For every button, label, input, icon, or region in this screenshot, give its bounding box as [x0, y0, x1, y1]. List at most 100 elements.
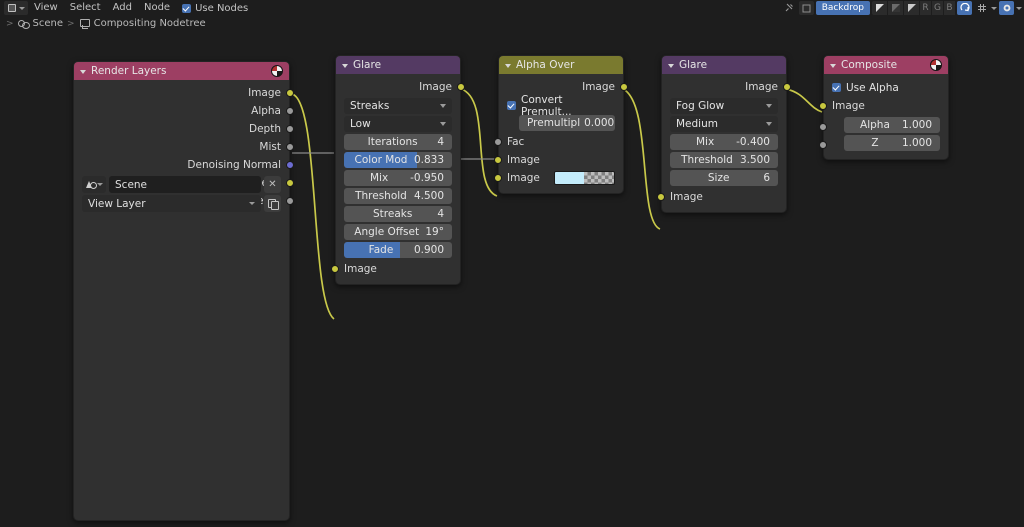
breadcrumb-scene[interactable]: Scene	[33, 18, 64, 29]
socket-row-image-out[interactable]: Image	[662, 78, 791, 96]
duplicate-icon[interactable]	[264, 195, 281, 212]
output-socket-alpha[interactable]	[286, 107, 294, 115]
glare-quality-dropdown[interactable]: Low	[344, 116, 452, 132]
input-socket-z[interactable]	[819, 141, 827, 149]
socket-row-image[interactable]: Image	[819, 97, 948, 115]
input-socket-alpha[interactable]	[819, 123, 827, 131]
view-layer-dropdown[interactable]: View Layer	[82, 195, 261, 212]
input-socket-image[interactable]	[331, 265, 339, 273]
proportional-dropdown-icon[interactable]	[1016, 6, 1022, 10]
mix-field[interactable]: Mix -0.950	[344, 170, 452, 186]
editor-type-selector[interactable]	[4, 1, 28, 15]
backdrop-toggle[interactable]: Backdrop	[815, 1, 870, 15]
input-socket-image-2[interactable]	[494, 174, 502, 182]
snap-target-icon[interactable]	[974, 1, 989, 15]
channel-b[interactable]: B	[944, 1, 955, 15]
node-canvas[interactable]: Render Layers Image Alpha Depth Mist Den…	[0, 31, 1024, 527]
glare-quality-dropdown[interactable]: Medium	[670, 116, 778, 132]
output-socket-depth[interactable]	[286, 125, 294, 133]
node-header-alpha-over[interactable]: Alpha Over	[499, 56, 623, 74]
glare-type-dropdown[interactable]: Streaks	[344, 98, 452, 114]
x-icon[interactable]: ✕	[264, 176, 281, 193]
fade-slider[interactable]: Fade 0.900	[344, 242, 452, 258]
socket-row-image-2[interactable]: Image	[494, 169, 623, 187]
premultiply-field[interactable]: Premultipl 0.000	[519, 115, 615, 131]
input-socket-image-1[interactable]	[494, 156, 502, 164]
output-socket-mist[interactable]	[286, 143, 294, 151]
threshold-field[interactable]: Threshold 3.500	[670, 152, 778, 168]
node-select-icon[interactable]	[798, 1, 814, 15]
output-socket-denoising-normal[interactable]	[286, 161, 294, 169]
socket-row-image-out[interactable]: Image	[336, 78, 465, 96]
socket-label: Image	[582, 81, 615, 93]
alpha-field[interactable]: Alpha 1.000	[844, 117, 940, 133]
angle-offset-field[interactable]: Angle Offset 19°	[344, 224, 452, 240]
menu-add[interactable]: Add	[107, 0, 138, 16]
size-field[interactable]: Size 6	[670, 170, 778, 186]
iterations-field[interactable]: Iterations 4	[344, 134, 452, 150]
channel-r[interactable]: R	[920, 1, 931, 15]
socket-label: Depth	[249, 123, 281, 135]
input-socket-image[interactable]	[657, 193, 665, 201]
node-header-render-layers[interactable]: Render Layers	[74, 62, 289, 80]
use-nodes-toggle[interactable]: Use Nodes	[182, 3, 248, 14]
view-layer-label: View Layer	[88, 197, 146, 210]
threshold-field[interactable]: Threshold 4.500	[344, 188, 452, 204]
socket-row-alpha[interactable]: Alpha	[74, 102, 294, 120]
menu-view[interactable]: View	[28, 0, 64, 16]
chevron-down-icon[interactable]	[80, 69, 86, 74]
mix-field[interactable]: Mix -0.400	[670, 134, 778, 150]
socket-row-denoising-normal[interactable]: Denoising Normal	[74, 156, 294, 174]
node-header-glare-1[interactable]: Glare	[336, 56, 460, 74]
glare-type-dropdown[interactable]: Fog Glow	[670, 98, 778, 114]
snap-icon[interactable]	[957, 1, 972, 15]
combined-channel-icon[interactable]	[904, 1, 919, 15]
input-socket-fac[interactable]	[494, 138, 502, 146]
node-preview-icon[interactable]	[930, 59, 942, 71]
breadcrumb-nodetree[interactable]: Compositing Nodetree	[94, 18, 206, 29]
node-preview-icon[interactable]	[271, 65, 283, 77]
snap-dropdown-icon[interactable]	[991, 6, 997, 10]
output-socket-image[interactable]	[783, 83, 791, 91]
socket-row-fac[interactable]: Fac	[494, 133, 623, 151]
menu-node[interactable]: Node	[138, 0, 176, 16]
input-socket-image[interactable]	[819, 102, 827, 110]
socket-row-depth[interactable]: Depth	[74, 120, 294, 138]
image-color-swatch[interactable]	[553, 171, 615, 185]
color-channel-icon[interactable]	[872, 1, 887, 15]
chevron-down-icon[interactable]	[830, 63, 836, 68]
convert-premultiply-toggle[interactable]: Convert Premult...	[507, 94, 615, 118]
link-alphaover-to-glare2	[622, 88, 661, 230]
socket-row-image-1[interactable]: Image	[494, 151, 623, 169]
socket-row-mist[interactable]: Mist	[74, 138, 294, 156]
socket-row-image-in[interactable]: Image	[657, 188, 786, 206]
output-socket-image[interactable]	[457, 83, 465, 91]
chevron-down-icon[interactable]	[668, 63, 674, 68]
node-render-layers[interactable]: Render Layers Image Alpha Depth Mist Den…	[73, 61, 294, 521]
chevron-down-icon[interactable]	[342, 63, 348, 68]
pin-icon[interactable]	[782, 1, 797, 15]
channel-g[interactable]: G	[932, 1, 943, 15]
alpha-channel-icon[interactable]	[888, 1, 903, 15]
socket-row-image[interactable]: Image	[74, 84, 294, 102]
color-mod-slider[interactable]: Color Mod 0.833	[344, 152, 452, 168]
menu-select[interactable]: Select	[64, 0, 107, 16]
node-header-glare-2[interactable]: Glare	[662, 56, 786, 74]
prop-value: 0.833	[413, 154, 444, 166]
proportional-edit-icon[interactable]	[999, 1, 1014, 15]
node-header-composite[interactable]: Composite	[824, 56, 948, 74]
streaks-field[interactable]: Streaks 4	[344, 206, 452, 222]
output-socket-image[interactable]	[286, 89, 294, 97]
node-glare-1[interactable]: Glare Image Streaks Low Iterations 4 Col…	[331, 55, 465, 285]
node-alpha-over[interactable]: Alpha Over Image Convert Premult... Prem…	[494, 55, 628, 194]
chevron-down-icon[interactable]	[505, 63, 511, 68]
output-socket-image[interactable]	[620, 83, 628, 91]
node-composite[interactable]: Composite Use Alpha Image Alpha 1.000 Z …	[819, 55, 949, 160]
node-glare-2[interactable]: Glare Image Fog Glow Medium Mix -0.400 T…	[657, 55, 791, 213]
scene-browse-icon[interactable]	[82, 176, 106, 193]
use-alpha-toggle[interactable]: Use Alpha	[832, 80, 940, 95]
scene-name-field[interactable]: Scene	[109, 176, 261, 193]
socket-row-image-in[interactable]: Image	[331, 260, 460, 278]
prop-value: 0.000	[584, 117, 615, 129]
z-field[interactable]: Z 1.000	[844, 135, 940, 151]
